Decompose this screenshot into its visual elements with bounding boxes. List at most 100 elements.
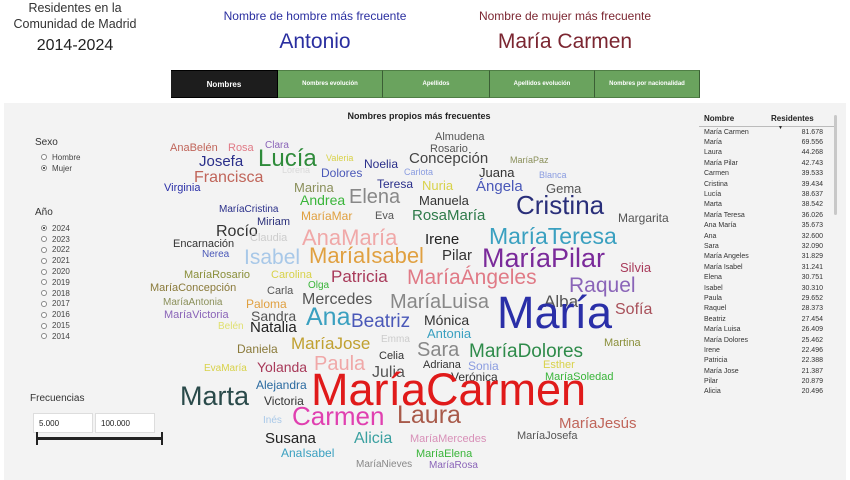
table-row[interactable]: Elena 30.751 (699, 272, 837, 282)
table-row[interactable]: Lucía 38.637 (699, 189, 837, 199)
cloud-word[interactable]: Andrea (300, 193, 345, 207)
table-row[interactable]: María Pilar 42.743 (699, 158, 837, 168)
cloud-word[interactable]: Alicia (354, 431, 392, 447)
cloud-word[interactable]: Lorena (282, 166, 310, 175)
cloud-word[interactable]: Nuria (422, 179, 453, 192)
cloud-word[interactable]: MaríaMercedes (410, 434, 486, 445)
cloud-word[interactable]: MaríaPaz (510, 156, 549, 165)
cloud-word[interactable]: MaríaRosario (184, 270, 250, 281)
cloud-word[interactable]: Josefa (199, 154, 243, 169)
cloud-word[interactable]: EvaMaría (204, 364, 247, 374)
cloud-word[interactable]: Inés (263, 416, 282, 426)
cloud-word[interactable]: Dolores (321, 167, 362, 179)
cloud-word[interactable]: Valeria (326, 154, 353, 163)
tab-nombres[interactable]: Nombres (171, 70, 278, 98)
table-scrollbar[interactable] (834, 115, 837, 215)
cloud-word[interactable]: Virginia (164, 183, 201, 194)
cloud-word[interactable]: Francisca (194, 170, 263, 186)
table-row[interactable]: María Teresa 36.026 (699, 210, 837, 220)
tab-nombres-nacionalidad[interactable]: Nombres por nacionalidad (595, 70, 700, 98)
cloud-word[interactable]: MaríaJosefa (517, 431, 578, 442)
cloud-word[interactable]: MaríaAntonia (163, 298, 222, 308)
cloud-word[interactable]: MaríaElena (416, 449, 472, 460)
cloud-word[interactable]: Cristina (516, 192, 604, 218)
table-row[interactable]: Cristina 39.434 (699, 179, 837, 189)
cloud-word[interactable]: MaríaJesús (559, 416, 637, 431)
cloud-word[interactable]: Concepción (409, 151, 488, 166)
cloud-word[interactable]: Claudia (250, 233, 287, 244)
cloud-word[interactable]: Blanca (539, 171, 567, 180)
cloud-word[interactable]: Laura (397, 403, 461, 428)
cloud-word[interactable]: Olga (308, 281, 329, 291)
table-row[interactable]: Beatriz 27.454 (699, 314, 837, 324)
cloud-word[interactable]: Marta (180, 383, 249, 410)
cloud-word[interactable]: MaríaMar (301, 210, 352, 222)
col-header-nombre[interactable]: Nombre (699, 114, 767, 123)
cloud-word[interactable]: MaríaNieves (356, 460, 412, 470)
cloud-word[interactable]: Patricia (331, 268, 388, 285)
table-row[interactable]: Ana 32.600 (699, 231, 837, 241)
table-row[interactable]: Patricia 22.388 (699, 356, 837, 366)
table-row[interactable]: Raquel 28.373 (699, 304, 837, 314)
cloud-word[interactable]: Margarita (618, 212, 669, 224)
cloud-word[interactable]: MaríaVictoria (164, 310, 229, 321)
table-row[interactable]: Carmen 39.533 (699, 169, 837, 179)
cloud-word[interactable]: Irene (425, 232, 459, 247)
tab-nombres-evolucion[interactable]: Nombres evolución (278, 70, 383, 98)
table-row[interactable]: Sara 32.090 (699, 241, 837, 251)
table-row[interactable]: Laura 44.268 (699, 148, 837, 158)
table-row[interactable]: María Carmen 81.678 (699, 127, 837, 137)
cloud-word[interactable]: RosaMaría (412, 208, 485, 223)
cloud-word[interactable]: Isabel (244, 247, 300, 268)
cloud-word[interactable]: Pilar (442, 248, 472, 263)
table-row[interactable]: Ana María 35.673 (699, 221, 837, 231)
cloud-word[interactable]: Nerea (202, 250, 229, 260)
col-header-residentes[interactable]: Residentes (767, 114, 825, 123)
cloud-word[interactable]: Carolina (271, 270, 312, 281)
cloud-word[interactable]: Carmen (292, 403, 384, 429)
table-row[interactable]: Irene 22.496 (699, 345, 837, 355)
table-row[interactable]: María Angeles 31.829 (699, 252, 837, 262)
table-row[interactable]: María Dolores 25.462 (699, 335, 837, 345)
cloud-word[interactable]: Susana (265, 431, 316, 446)
cloud-word[interactable]: María (497, 290, 612, 335)
table-row[interactable]: María Luisa 26.409 (699, 324, 837, 334)
cloud-word[interactable]: Manuela (419, 194, 469, 207)
table-row[interactable]: Alicia 20.496 (699, 387, 837, 397)
cloud-word[interactable]: MaríaLuisa (390, 292, 489, 312)
cloud-word[interactable]: Natalia (250, 320, 297, 335)
table-row[interactable]: Marta 38.542 (699, 200, 837, 210)
cloud-word[interactable]: Celia (379, 351, 404, 362)
table-row[interactable]: Pilar 20.879 (699, 376, 837, 386)
cloud-word[interactable]: MaríaIsabel (309, 245, 424, 267)
cloud-word[interactable]: Sofía (615, 302, 652, 318)
table-row[interactable]: Isabel 30.310 (699, 283, 837, 293)
cloud-word[interactable]: MaríaConcepción (150, 283, 236, 294)
cloud-word[interactable]: MaríaRosa (429, 461, 478, 471)
cloud-word[interactable]: Belén (218, 322, 244, 332)
cloud-word[interactable]: MaríaJose (291, 335, 370, 352)
cloud-word[interactable]: Beatriz (351, 312, 410, 331)
cloud-word[interactable]: Martina (604, 338, 641, 349)
cloud-word[interactable]: Eva (375, 211, 394, 222)
cloud-word[interactable]: Almudena (435, 132, 485, 143)
cloud-word[interactable]: Sara (417, 340, 459, 360)
cloud-word[interactable]: Elena (349, 187, 400, 207)
cloud-word[interactable]: Silvia (620, 261, 651, 274)
cloud-word[interactable]: AnaIsabel (281, 447, 334, 459)
cloud-word[interactable]: Ana (306, 305, 350, 330)
table-row[interactable]: María Jose 21.387 (699, 366, 837, 376)
cloud-word[interactable]: MaríaÁngeles (407, 267, 537, 288)
cloud-word[interactable]: Mónica (424, 313, 469, 327)
cloud-word[interactable]: Miriam (257, 217, 290, 228)
cloud-word[interactable]: Carla (267, 286, 293, 297)
tab-apellidos-evolucion[interactable]: Apellidos evolución (490, 70, 595, 98)
cloud-word[interactable]: Carlota (404, 168, 433, 177)
tab-apellidos[interactable]: Apellidos (383, 70, 490, 98)
cloud-word[interactable]: MaríaCristina (219, 205, 278, 215)
table-row[interactable]: María Isabel 31.241 (699, 262, 837, 272)
cloud-word[interactable]: Alejandra (256, 379, 307, 391)
cloud-word[interactable]: Noelia (364, 158, 398, 170)
cloud-word[interactable]: Emma (381, 335, 410, 345)
table-row[interactable]: Paula 29.652 (699, 293, 837, 303)
